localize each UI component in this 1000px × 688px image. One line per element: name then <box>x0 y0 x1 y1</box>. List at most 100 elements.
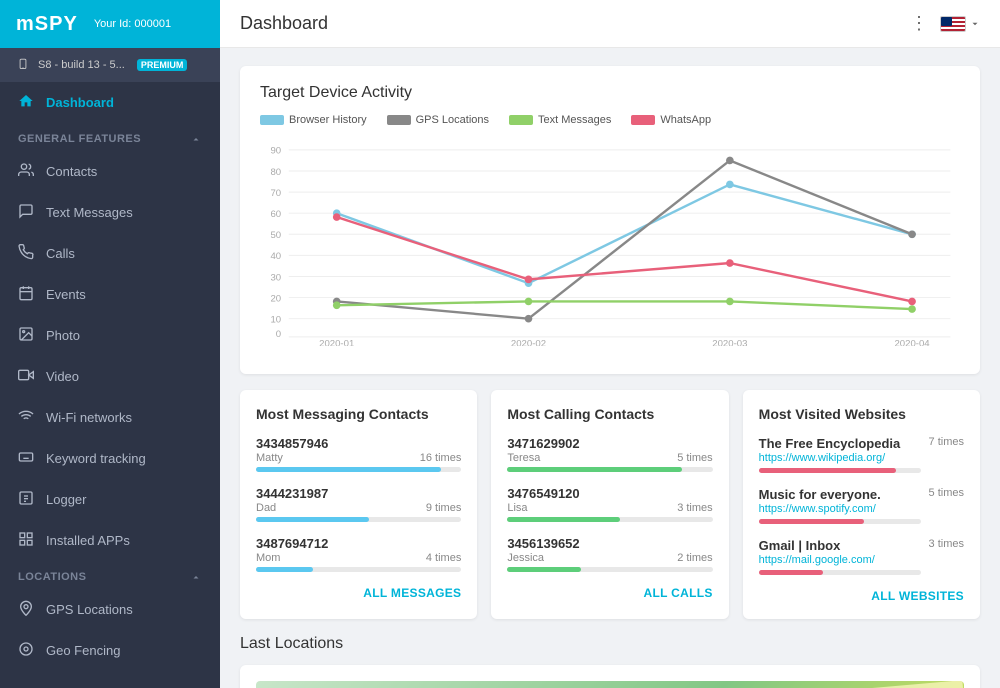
device-bar: S8 - build 13 - 5... PREMIUM <box>0 48 220 82</box>
events-label: Events <box>46 287 86 302</box>
website-bar-bg-1 <box>759 468 921 473</box>
website-times-1: 7 times <box>929 436 964 448</box>
text-messages-line <box>337 301 912 309</box>
contacts-label: Contacts <box>46 164 97 179</box>
legend-label-browser: Browser History <box>289 114 367 126</box>
activity-chart-card: Target Device Activity Browser History G… <box>240 66 980 374</box>
contact-bar-bg-3 <box>256 567 461 572</box>
contacts-icon <box>18 162 34 181</box>
calling-bar-2 <box>507 517 620 522</box>
all-websites-link[interactable]: ALL WEBSITES <box>759 589 964 603</box>
topbar: Dashboard ⋮ <box>220 0 1000 48</box>
messaging-contacts-card: Most Messaging Contacts 3434857946 Matty… <box>240 390 477 619</box>
website-info-2: Music for everyone. https://www.spotify.… <box>759 487 921 524</box>
legend-color-text <box>509 115 533 125</box>
sidebar-item-wifi[interactable]: Wi-Fi networks <box>0 397 220 438</box>
all-calls-link[interactable]: ALL CALLS <box>507 586 712 600</box>
legend-color-gps <box>387 115 411 125</box>
svg-text:90: 90 <box>270 146 281 157</box>
contact-bar-1 <box>256 467 441 472</box>
calling-contact-3: 3456139652 Jessica 2 times <box>507 536 712 572</box>
contact-bar-2 <box>256 517 369 522</box>
svg-text:10: 10 <box>270 315 281 326</box>
svg-text:2020-02: 2020-02 <box>511 338 546 346</box>
sidebar: mSPY Your Id: 000001 S8 - build 13 - 5..… <box>0 0 220 688</box>
websites-card-title: Most Visited Websites <box>759 406 964 422</box>
sidebar-item-gps[interactable]: GPS Locations <box>0 589 220 630</box>
website-name-1: The Free Encyclopedia <box>759 436 921 451</box>
website-times-3: 3 times <box>929 538 964 550</box>
calling-bar-3 <box>507 567 581 572</box>
legend-color-whatsapp <box>631 115 655 125</box>
calling-contact-1: 3471629902 Teresa 5 times <box>507 436 712 472</box>
website-info-3: Gmail | Inbox https://mail.google.com/ <box>759 538 921 575</box>
sidebar-header: mSPY Your Id: 000001 <box>0 0 220 48</box>
keyboard-icon <box>18 449 34 468</box>
sidebar-item-events[interactable]: Events <box>0 274 220 315</box>
geofence-icon <box>18 641 34 660</box>
calling-contact-2: 3476549120 Lisa 3 times <box>507 486 712 522</box>
logger-label: Logger <box>46 492 86 507</box>
contact-times-3: 4 times <box>426 552 461 564</box>
calling-number-2: 3476549120 <box>507 486 712 501</box>
sidebar-item-geofencing[interactable]: Geo Fencing <box>0 630 220 671</box>
gps-label: GPS Locations <box>46 602 133 617</box>
svg-text:40: 40 <box>270 251 281 262</box>
calling-times-2: 3 times <box>677 502 712 514</box>
contact-bar-bg-2 <box>256 517 461 522</box>
locations-map-card <box>240 665 980 688</box>
dashboard-label: Dashboard <box>46 95 114 110</box>
sidebar-item-contacts[interactable]: Contacts <box>0 151 220 192</box>
calling-bar-bg-3 <box>507 567 712 572</box>
svg-text:60: 60 <box>270 209 281 220</box>
chevron-up-icon <box>190 133 202 145</box>
calling-bar-bg-2 <box>507 517 712 522</box>
sidebar-item-photo[interactable]: Photo <box>0 315 220 356</box>
messaging-card-title: Most Messaging Contacts <box>256 406 461 422</box>
more-options-icon[interactable]: ⋮ <box>910 13 928 34</box>
sidebar-item-calls[interactable]: Calls <box>0 233 220 274</box>
sidebar-item-text-messages[interactable]: Text Messages <box>0 192 220 233</box>
website-item-2: Music for everyone. https://www.spotify.… <box>759 487 964 524</box>
svg-text:0: 0 <box>276 329 281 340</box>
contact-number-3: 3487694712 <box>256 536 461 551</box>
sidebar-item-keyword-tracking[interactable]: Keyword tracking <box>0 438 220 479</box>
sidebar-item-logger[interactable]: Logger <box>0 479 220 520</box>
sidebar-item-video[interactable]: Video <box>0 356 220 397</box>
locations-header: LOCATIONS <box>0 561 220 589</box>
language-selector[interactable] <box>940 16 980 32</box>
us-flag-icon <box>940 16 966 32</box>
legend-label-whatsapp: WhatsApp <box>660 114 711 126</box>
website-url-2: https://www.spotify.com/ <box>759 503 921 515</box>
home-icon <box>18 93 34 112</box>
keyword-tracking-label: Keyword tracking <box>46 451 146 466</box>
legend-color-browser <box>260 115 284 125</box>
legend-gps: GPS Locations <box>387 114 489 126</box>
wifi-icon <box>18 408 34 427</box>
sidebar-item-dashboard[interactable]: Dashboard <box>0 82 220 123</box>
last-locations-title: Last Locations <box>240 635 980 653</box>
calling-contacts-card: Most Calling Contacts 3471629902 Teresa … <box>491 390 728 619</box>
contact-meta-1: Matty 16 times <box>256 452 461 464</box>
calling-meta-2: Lisa 3 times <box>507 502 712 514</box>
contact-bar-bg-1 <box>256 467 461 472</box>
svg-text:50: 50 <box>270 230 281 241</box>
svg-text:70: 70 <box>270 188 281 199</box>
website-name-2: Music for everyone. <box>759 487 921 502</box>
chevron-up-icon-2 <box>190 571 202 583</box>
legend-text-messages: Text Messages <box>509 114 611 126</box>
website-bar-bg-3 <box>759 570 921 575</box>
device-label: S8 - build 13 - 5... <box>38 59 125 71</box>
svg-text:80: 80 <box>270 167 281 178</box>
all-messages-link[interactable]: ALL MESSAGES <box>256 586 461 600</box>
contact-name-2: Dad <box>256 502 276 514</box>
chart-svg-container: 90 80 70 60 50 40 30 20 10 0 <box>260 136 960 356</box>
website-info-1: The Free Encyclopedia https://www.wikipe… <box>759 436 921 473</box>
legend-whatsapp: WhatsApp <box>631 114 711 126</box>
sidebar-item-installed-apps[interactable]: Installed APPs <box>0 520 220 561</box>
website-bar-bg-2 <box>759 519 921 524</box>
content-area: Target Device Activity Browser History G… <box>220 48 1000 688</box>
messaging-contact-3: 3487694712 Mom 4 times <box>256 536 461 572</box>
website-item-1: The Free Encyclopedia https://www.wikipe… <box>759 436 964 473</box>
installed-apps-label: Installed APPs <box>46 533 130 548</box>
